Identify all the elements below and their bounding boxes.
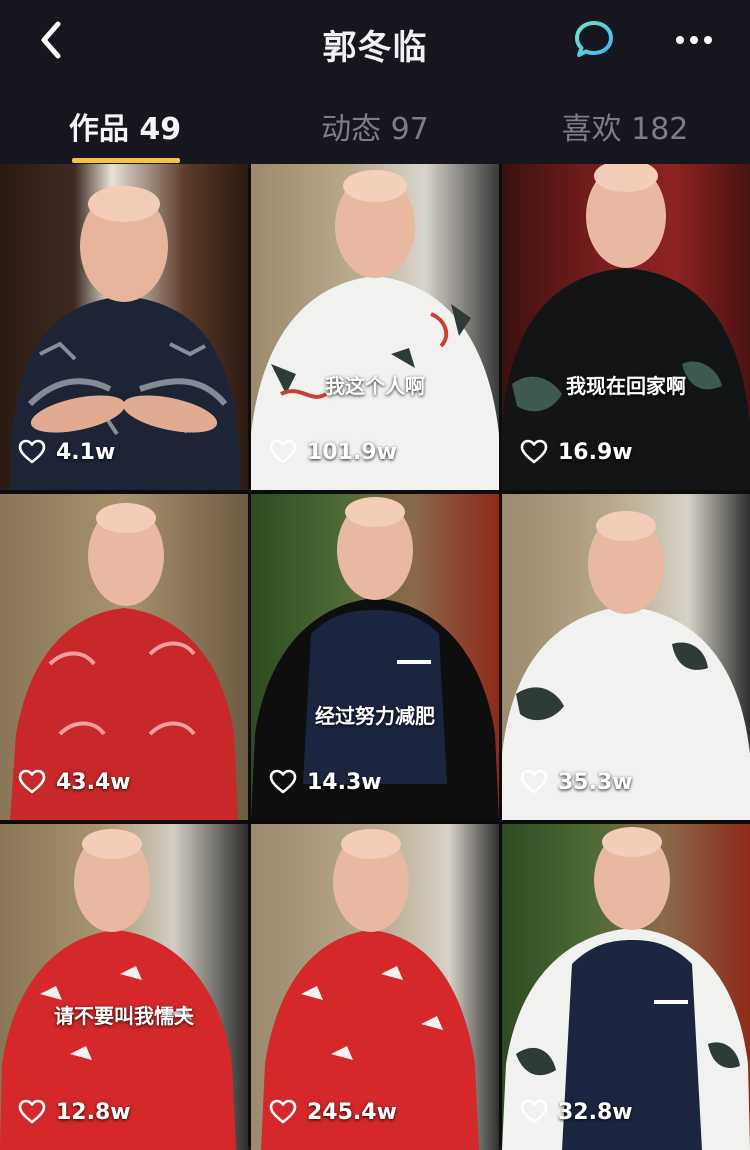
top-bar: 郭冬临 (0, 0, 750, 80)
video-thumbnail[interactable]: 35.3w (502, 494, 750, 820)
heart-icon (18, 439, 46, 464)
heart-icon (18, 1099, 46, 1124)
heart-icon (18, 769, 46, 794)
tab-likes[interactable]: 喜欢 182 (500, 104, 750, 148)
video-caption: 我这个人啊 (325, 374, 425, 398)
tab-works[interactable]: 作品 49 (0, 104, 250, 148)
heart-icon (520, 1099, 548, 1124)
heart-icon (520, 769, 548, 794)
like-count: 4.1w (18, 436, 115, 468)
heart-icon (520, 439, 548, 464)
heart-icon (269, 769, 297, 794)
active-tab-indicator (72, 158, 180, 163)
video-grid: 4.1w 我这个人啊 101.9w 我现在回家啊 16.9w 43.4w 经过努… (0, 164, 750, 1150)
like-count-text: 32.8w (558, 1099, 633, 1125)
video-thumbnail[interactable]: 经过努力减肥 14.3w (251, 494, 499, 820)
like-count: 35.3w (520, 766, 633, 798)
like-count-text: 12.8w (56, 1099, 131, 1125)
video-thumbnail[interactable]: 32.8w (502, 824, 750, 1150)
video-caption: 经过努力减肥 (315, 704, 435, 728)
more-button[interactable] (670, 20, 718, 60)
video-caption: 请不要叫我懦夫 (54, 1004, 194, 1028)
like-count: 32.8w (520, 1096, 633, 1128)
video-thumbnail[interactable]: 我现在回家啊 16.9w (502, 164, 750, 490)
like-count: 12.8w (18, 1096, 131, 1128)
video-thumbnail[interactable]: 我这个人啊 101.9w (251, 164, 499, 490)
video-thumbnail[interactable]: 4.1w (0, 164, 248, 490)
heart-icon (269, 1099, 297, 1124)
like-count: 101.9w (269, 436, 397, 468)
like-count: 16.9w (520, 436, 633, 468)
like-count-text: 16.9w (558, 439, 633, 465)
profile-tabs: 作品 49 动态 97 喜欢 182 (0, 80, 750, 164)
like-count: 245.4w (269, 1096, 397, 1128)
like-count-text: 245.4w (307, 1099, 397, 1125)
video-thumbnail[interactable]: 245.4w (251, 824, 499, 1150)
chat-button[interactable] (572, 18, 616, 62)
video-thumbnail[interactable]: 43.4w (0, 494, 248, 820)
like-count: 14.3w (269, 766, 382, 798)
like-count-text: 101.9w (307, 439, 397, 465)
more-dots-icon (676, 36, 712, 44)
like-count-text: 35.3w (558, 769, 633, 795)
video-caption: 我现在回家啊 (566, 374, 686, 398)
page-title: 郭冬临 (322, 28, 428, 68)
like-count: 43.4w (18, 766, 131, 798)
heart-icon (269, 439, 297, 464)
like-count-text: 14.3w (307, 769, 382, 795)
like-count-text: 43.4w (56, 769, 131, 795)
chat-bubble-icon (575, 21, 613, 57)
like-count-text: 4.1w (56, 439, 116, 465)
tab-moments[interactable]: 动态 97 (250, 104, 500, 148)
video-thumbnail[interactable]: 请不要叫我懦夫 12.8w (0, 824, 248, 1150)
